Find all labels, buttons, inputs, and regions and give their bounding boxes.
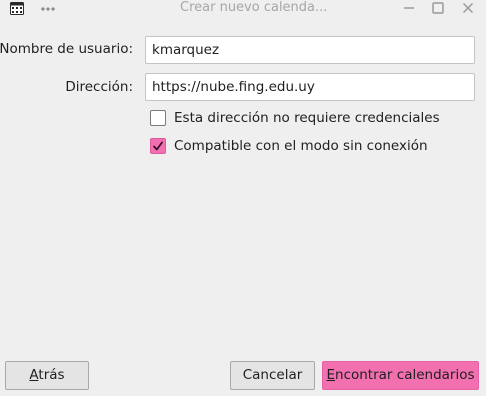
find-label: ncontrar calendarios xyxy=(335,367,475,383)
back-label: trás xyxy=(38,367,65,383)
no-credentials-checkbox[interactable] xyxy=(150,110,166,126)
dialog-window: Crear nuevo calenda... Nombre de usuario… xyxy=(0,0,486,396)
back-button[interactable]: Atrás xyxy=(5,361,89,390)
calendar-icon[interactable] xyxy=(10,2,24,15)
cancel-button[interactable]: Cancelar xyxy=(230,361,315,390)
username-field[interactable] xyxy=(145,36,475,64)
offline-support-label: Compatible con el modo sin conexión xyxy=(174,138,428,154)
offline-support-checkbox[interactable] xyxy=(150,138,166,154)
minimize-icon[interactable] xyxy=(402,1,416,15)
window-title: Crear nuevo calenda... xyxy=(180,0,328,15)
no-credentials-label: Esta dirección no requiere credenciales xyxy=(174,110,440,126)
find-calendars-button[interactable]: Encontrar calendarios xyxy=(322,361,479,390)
checkmark-icon xyxy=(153,141,163,151)
titlebar: Crear nuevo calenda... xyxy=(0,0,486,18)
address-field[interactable] xyxy=(145,73,475,101)
find-mnemonic: E xyxy=(326,367,336,383)
more-dots-icon[interactable] xyxy=(40,1,56,15)
close-icon[interactable] xyxy=(461,1,475,15)
address-label: Dirección: xyxy=(65,79,133,95)
maximize-icon[interactable] xyxy=(431,1,445,15)
username-label: Nombre de usuario: xyxy=(0,41,133,57)
